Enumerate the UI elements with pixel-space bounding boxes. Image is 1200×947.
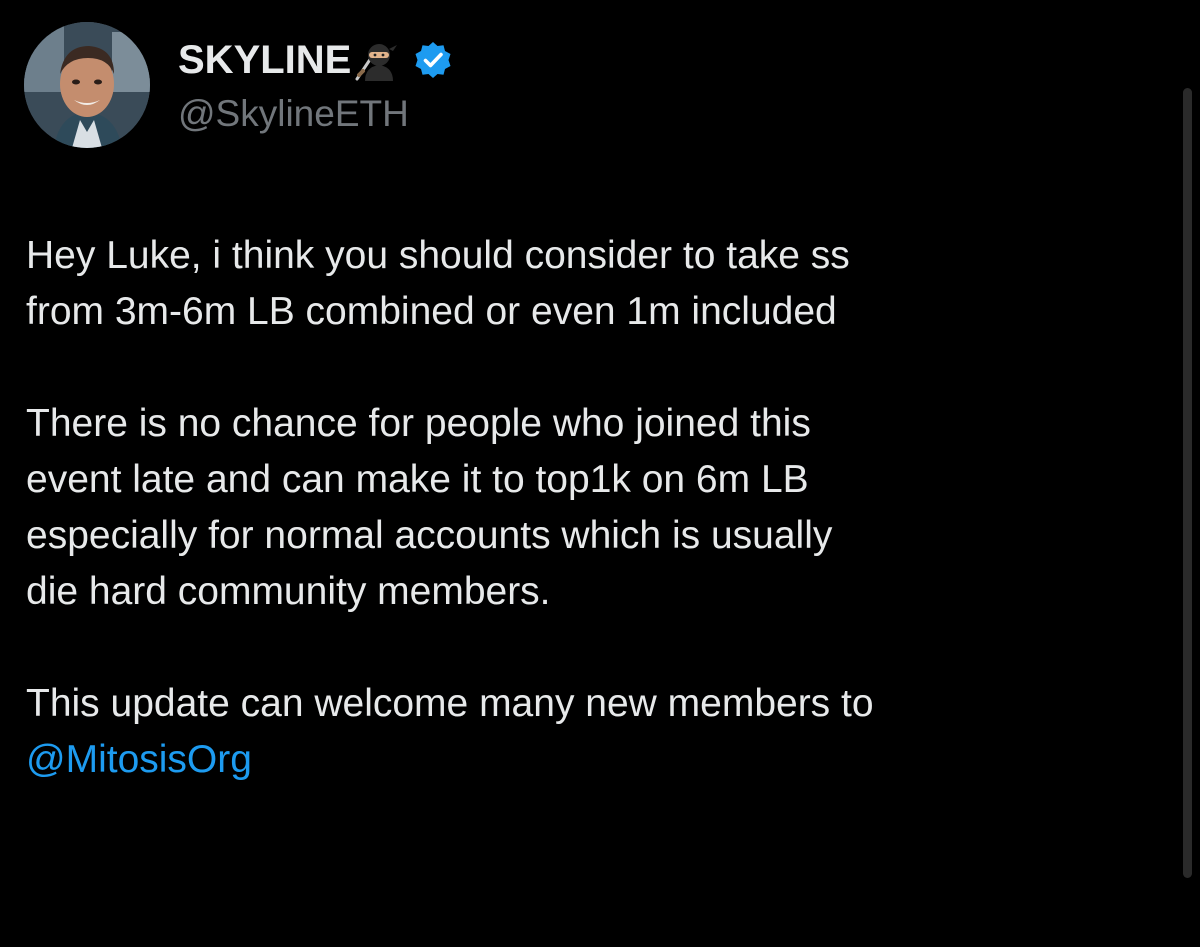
scrollbar[interactable] <box>1183 88 1192 878</box>
verified-badge-icon[interactable] <box>413 40 453 80</box>
tweet-line: from 3m-6m LB combined or even 1m includ… <box>26 290 837 333</box>
tweet: SKYLINE @SkylineETH Hey Luke, i think yo… <box>0 0 1200 947</box>
ninja-icon <box>353 37 399 83</box>
display-name[interactable]: SKYLINE <box>178 36 351 84</box>
avatar-image <box>24 22 150 148</box>
tweet-header: SKYLINE @SkylineETH <box>178 36 453 136</box>
mention-link[interactable]: @MitosisOrg <box>26 738 252 781</box>
name-row: SKYLINE <box>178 36 453 84</box>
tweet-line: This update can welcome many new members… <box>26 682 874 725</box>
tweet-line: event late and can make it to top1k on 6… <box>26 458 809 501</box>
tweet-line: especially for normal accounts which is … <box>26 514 833 557</box>
user-handle[interactable]: @SkylineETH <box>178 92 453 136</box>
tweet-text: Hey Luke, i think you should consider to… <box>26 228 1166 788</box>
tweet-line: Hey Luke, i think you should consider to… <box>26 234 850 277</box>
tweet-paragraph-3: This update can welcome many new members… <box>26 676 1166 788</box>
tweet-line: There is no chance for people who joined… <box>26 402 811 445</box>
tweet-paragraph-1: Hey Luke, i think you should consider to… <box>26 228 1166 340</box>
tweet-paragraph-2: There is no chance for people who joined… <box>26 396 1166 620</box>
tweet-line: die hard community members. <box>26 570 551 613</box>
avatar[interactable] <box>24 22 150 148</box>
